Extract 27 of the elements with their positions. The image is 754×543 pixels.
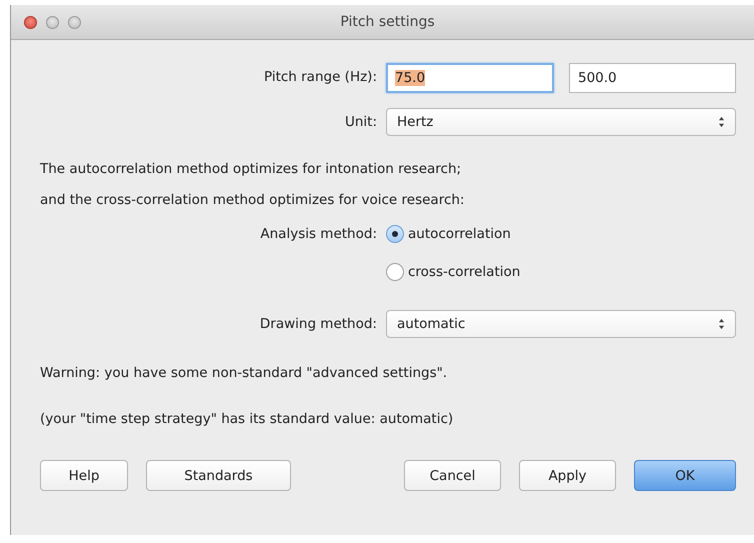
dialog-button[interactable]: Standards (146, 460, 291, 491)
radio-button[interactable] (386, 225, 404, 243)
radio-button[interactable] (386, 263, 404, 281)
radio-label[interactable]: cross-correlation (408, 264, 520, 280)
description-text: The autocorrelation method optimizes for intonation research; (40, 161, 462, 177)
minimize-button[interactable] (46, 16, 59, 28)
dialog-button[interactable]: Help (40, 460, 128, 491)
radio-label[interactable]: autocorrelation (408, 226, 511, 242)
dropdown[interactable]: automatic (386, 310, 736, 338)
description-text: and the cross-correlation method optimizes for voice research: (40, 192, 466, 208)
note-text: (your "time step strategy" has its standard value: automatic) (40, 411, 454, 427)
chevron-icon (718, 318, 725, 330)
zoom-button[interactable] (68, 16, 81, 28)
field-label: Pitch range (Hz): (262, 68, 378, 87)
field-label: Analysis method: (259, 225, 378, 244)
chevron-icon (718, 116, 725, 128)
input-field[interactable]: 500.0 (569, 63, 736, 93)
window-title: Pitch settings (339, 14, 436, 30)
dialog-button[interactable]: Cancel (404, 460, 501, 491)
field-label: Unit: (344, 113, 378, 132)
warning-text: Warning: you have some non-standard "advanced settings". (40, 365, 448, 381)
dropdown[interactable]: Hertz (386, 108, 736, 136)
dialog-button[interactable]: OK (634, 460, 736, 491)
dialog-button[interactable]: Apply (519, 460, 616, 491)
close-button[interactable] (24, 16, 37, 28)
field-label: Drawing method: (258, 315, 378, 334)
input-field[interactable]: 75.0 (386, 63, 554, 93)
